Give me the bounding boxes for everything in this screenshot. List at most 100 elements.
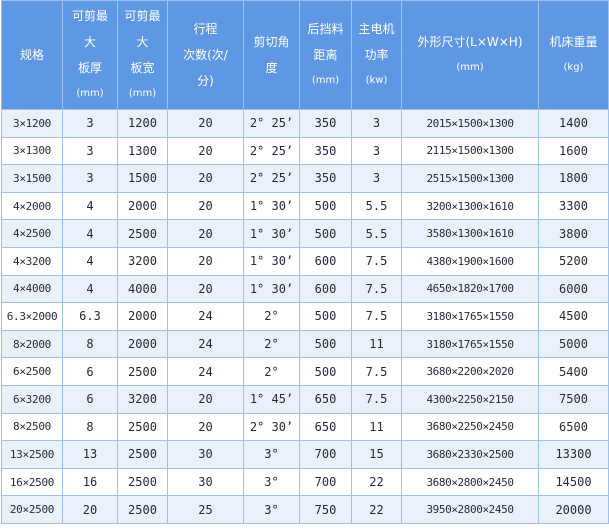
cell-backgauge: 750: [299, 495, 352, 524]
cell-backgauge: 700: [299, 467, 352, 497]
cell-weight: 5200: [538, 246, 609, 276]
cell-backgauge: 500: [299, 329, 352, 359]
table-row: 20×2500 20 2500 25 3° 750 22 3950×2800×2450 2000…: [1, 495, 609, 524]
cell-power: 7.5: [351, 246, 402, 276]
cell-angle: 2° 25’: [243, 109, 300, 138]
col-header-strokes: 行程 次数(次/ 分): [167, 0, 244, 110]
cell-angle: 1° 30’: [243, 246, 300, 276]
cell-power: 5.5: [351, 219, 402, 248]
cell-spec: 16×2500: [1, 467, 63, 497]
cell-dims: 3580×1300×1610: [401, 219, 539, 248]
cell-thickness: 4: [62, 191, 118, 221]
table-row: 3×1500 3 1500 20 2° 25’ 350 3 2515×1500×1300 180…: [1, 164, 609, 193]
cell-width: 2000: [117, 302, 168, 331]
table-row: 3×1200 3 1200 20 2° 25’ 350 3 2015×1500×1300 140…: [1, 109, 609, 138]
cell-weight: 1600: [538, 136, 609, 166]
cell-strokes: 20: [167, 109, 244, 138]
table-row: 4×2000 4 2000 20 1° 30’ 500 5.5 3200×1300×1610 3…: [1, 191, 609, 221]
table-row: 8×2000 8 2000 24 2° 500 11 3180×1765×1550 5000: [1, 329, 609, 359]
cell-width: 2500: [117, 412, 168, 442]
cell-strokes: 24: [167, 329, 244, 359]
header-row: 规格 可剪最 大 板厚 (mm) 可剪最 大 板宽 (mm) 行程 次数(次/ …: [1, 0, 609, 110]
table-row: 6×3200 6 3200 20 1° 45’ 650 7.5 4300×2250×2150 7…: [1, 384, 609, 414]
table-body: 3×1200 3 1200 20 2° 25’ 350 3 2015×1500×1300 140…: [1, 109, 609, 524]
cell-backgauge: 350: [299, 164, 352, 193]
cell-power: 3: [351, 164, 402, 193]
cell-spec: 6×3200: [1, 384, 63, 414]
cell-width: 2500: [117, 467, 168, 497]
cell-dims: 2515×1500×1300: [401, 164, 539, 193]
cell-weight: 14500: [538, 467, 609, 497]
table-row: 13×2500 13 2500 30 3° 700 15 3680×2330×2500 1330…: [1, 440, 609, 469]
cell-angle: 2° 25’: [243, 136, 300, 166]
cell-dims: 3680×2250×2450: [401, 412, 539, 442]
table-row: 16×2500 16 2500 30 3° 700 22 3680×2800×2450 1450…: [1, 467, 609, 497]
cell-width: 2500: [117, 219, 168, 248]
cell-width: 1500: [117, 164, 168, 193]
col-header-thickness: 可剪最 大 板厚 (mm): [62, 0, 118, 110]
cell-backgauge: 600: [299, 274, 352, 304]
cell-thickness: 16: [62, 467, 118, 497]
col-header-power: 主电机 功率 (kw): [351, 0, 402, 110]
cell-backgauge: 500: [299, 302, 352, 331]
cell-strokes: 30: [167, 440, 244, 469]
cell-spec: 3×1500: [1, 164, 63, 193]
cell-dims: 4380×1900×1600: [401, 246, 539, 276]
cell-strokes: 24: [167, 302, 244, 331]
cell-dims: 3680×2200×2020: [401, 357, 539, 386]
cell-angle: 3°: [243, 440, 300, 469]
cell-angle: 3°: [243, 467, 300, 497]
cell-backgauge: 500: [299, 357, 352, 386]
cell-dims: 3180×1765×1550: [401, 329, 539, 359]
cell-weight: 1800: [538, 164, 609, 193]
cell-weight: 13300: [538, 440, 609, 469]
cell-strokes: 20: [167, 384, 244, 414]
cell-weight: 6000: [538, 274, 609, 304]
cell-width: 1300: [117, 136, 168, 166]
cell-angle: 2° 30’: [243, 412, 300, 442]
cell-spec: 20×2500: [1, 495, 63, 524]
cell-backgauge: 350: [299, 136, 352, 166]
cell-spec: 8×2500: [1, 412, 63, 442]
cell-dims: 2015×1500×1300: [401, 109, 539, 138]
cell-thickness: 6: [62, 384, 118, 414]
cell-width: 3200: [117, 384, 168, 414]
cell-power: 22: [351, 467, 402, 497]
cell-angle: 2°: [243, 329, 300, 359]
cell-strokes: 20: [167, 164, 244, 193]
cell-thickness: 4: [62, 274, 118, 304]
cell-dims: 3680×2330×2500: [401, 440, 539, 469]
cell-backgauge: 500: [299, 219, 352, 248]
cell-power: 11: [351, 412, 402, 442]
cell-thickness: 3: [62, 109, 118, 138]
cell-thickness: 8: [62, 412, 118, 442]
cell-dims: 3950×2800×2450: [401, 495, 539, 524]
cell-angle: 2°: [243, 357, 300, 386]
cell-strokes: 30: [167, 467, 244, 497]
cell-weight: 1400: [538, 109, 609, 138]
cell-spec: 8×2000: [1, 329, 63, 359]
cell-angle: 3°: [243, 495, 300, 524]
cell-angle: 1° 30’: [243, 191, 300, 221]
table-row: 6.3×2000 6.3 2000 24 2° 500 7.5 3180×1765×1550 4…: [1, 302, 609, 331]
spec-table: 规格 可剪最 大 板厚 (mm) 可剪最 大 板宽 (mm) 行程 次数(次/ …: [1, 0, 609, 524]
cell-strokes: 20: [167, 412, 244, 442]
cell-spec: 4×4000: [1, 274, 63, 304]
cell-dims: 3180×1765×1550: [401, 302, 539, 331]
cell-weight: 5400: [538, 357, 609, 386]
cell-power: 7.5: [351, 274, 402, 304]
cell-power: 7.5: [351, 357, 402, 386]
col-header-weight: 机床重量 (kg): [538, 0, 609, 110]
cell-spec: 6×2500: [1, 357, 63, 386]
col-header-backgauge: 后挡料 距离 (mm): [299, 0, 352, 110]
cell-angle: 2°: [243, 302, 300, 331]
cell-width: 1200: [117, 109, 168, 138]
cell-dims: 3200×1300×1610: [401, 191, 539, 221]
cell-weight: 7500: [538, 384, 609, 414]
cell-backgauge: 600: [299, 246, 352, 276]
cell-weight: 6500: [538, 412, 609, 442]
cell-backgauge: 350: [299, 109, 352, 138]
cell-backgauge: 650: [299, 412, 352, 442]
cell-dims: 3680×2800×2450: [401, 467, 539, 497]
cell-power: 11: [351, 329, 402, 359]
